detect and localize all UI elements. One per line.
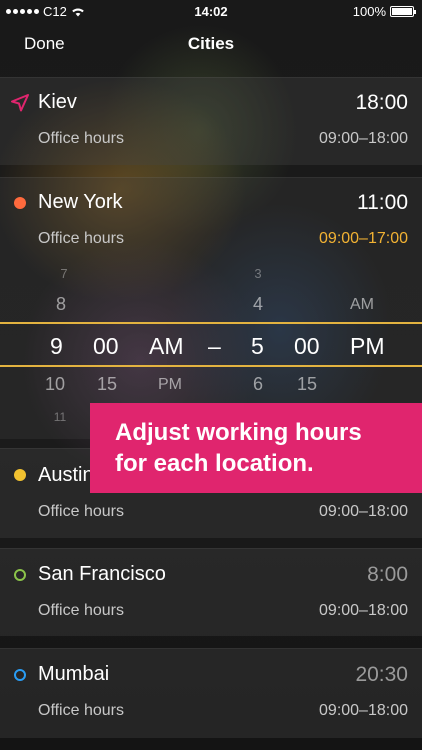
status-bar: C12 14:02 100% <box>0 0 422 22</box>
picker-range-separator: – <box>208 333 221 359</box>
city-row-kiev[interactable]: Kiev 18:00 Office hours 09:00–18:00 <box>0 77 422 165</box>
picker-start-hour-option[interactable]: 8 <box>48 294 74 315</box>
city-row-san-francisco[interactable]: San Francisco 8:00 Office hours 09:00–18… <box>0 548 422 636</box>
picker-end-period[interactable]: PM <box>350 333 385 360</box>
promo-line-1: Adjust working hours <box>115 419 362 446</box>
picker-end-hour-option[interactable]: 3 <box>246 266 270 281</box>
city-name: Mumbai <box>38 663 110 685</box>
office-hours-label: Office hours <box>38 130 124 147</box>
picker-start-hour-option[interactable]: 7 <box>52 266 76 281</box>
picker-end-hour-option[interactable]: 4 <box>245 294 271 315</box>
battery-percent: 100% <box>352 4 386 19</box>
city-color-dot <box>14 197 26 209</box>
picker-start-hour[interactable]: 9 <box>50 333 63 360</box>
picker-end-hour-option[interactable]: 6 <box>245 374 271 395</box>
picker-start-hour-option[interactable]: 10 <box>40 374 70 395</box>
city-color-dot <box>14 469 26 481</box>
picker-end-hour[interactable]: 5 <box>251 333 264 360</box>
office-hours-range[interactable]: 09:00–18:00 <box>319 130 408 148</box>
picker-end-minute-option[interactable]: 15 <box>292 374 322 395</box>
city-time: 11:00 <box>357 191 408 214</box>
office-hours-range[interactable]: 09:00–18:00 <box>319 602 408 620</box>
city-time: 8:00 <box>367 563 408 586</box>
city-ring-dot <box>14 669 26 681</box>
city-name: Austin <box>38 464 94 486</box>
battery-indicator: 100% <box>352 4 416 19</box>
picker-selection-bottom-line <box>0 365 422 367</box>
office-hours-label: Office hours <box>38 503 124 520</box>
city-name: New York <box>38 191 123 213</box>
picker-start-hour-option[interactable]: 11 <box>48 410 72 424</box>
office-hours-range[interactable]: 09:00–18:00 <box>319 503 408 521</box>
city-name: Kiev <box>38 91 77 113</box>
page-title: Cities <box>187 34 235 53</box>
battery-icon <box>390 6 416 17</box>
picker-start-period[interactable]: AM <box>149 333 184 360</box>
navigation-bar: Done Cities <box>0 22 422 66</box>
office-hours-label: Office hours <box>38 230 124 247</box>
picker-end-minute[interactable]: 00 <box>294 333 320 360</box>
city-row-mumbai[interactable]: Mumbai 20:30 Office hours 09:00–18:00 <box>0 648 422 738</box>
promo-banner: Adjust working hours for each location. <box>90 403 422 493</box>
promo-line-2: for each location. <box>115 450 314 477</box>
picker-start-period-option[interactable]: PM <box>150 376 190 394</box>
office-hours-label: Office hours <box>38 602 124 619</box>
city-ring-dot <box>14 569 26 581</box>
city-time: 18:00 <box>355 91 408 114</box>
office-hours-label: Office hours <box>38 702 124 719</box>
picker-end-period-option[interactable]: AM <box>340 296 384 314</box>
picker-start-minute[interactable]: 00 <box>93 333 119 360</box>
location-arrow-icon <box>11 94 29 112</box>
office-hours-range[interactable]: 09:00–18:00 <box>319 702 408 720</box>
city-name: San Francisco <box>38 563 166 585</box>
city-time: 20:30 <box>355 663 408 686</box>
office-hours-range[interactable]: 09:00–17:00 <box>319 230 408 248</box>
picker-start-minute-option[interactable]: 15 <box>92 374 122 395</box>
picker-selection-top-line <box>0 322 422 324</box>
